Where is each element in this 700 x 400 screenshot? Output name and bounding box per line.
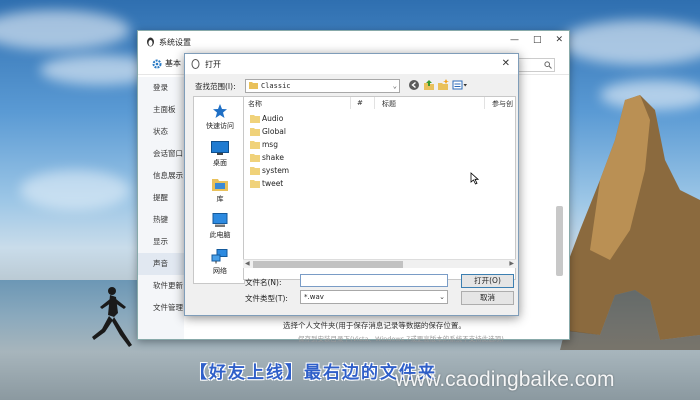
desktop-icon bbox=[211, 141, 229, 155]
folder-icon bbox=[250, 141, 260, 149]
new-folder-icon[interactable] bbox=[437, 79, 449, 91]
list-item-folder[interactable]: msg bbox=[250, 140, 278, 149]
settings-titlebar[interactable]: 系统设置 bbox=[138, 31, 569, 53]
search-icon bbox=[544, 61, 552, 69]
sidebar-item-login[interactable]: 登录 bbox=[138, 77, 184, 99]
sidebar-item-sound[interactable]: 声音 bbox=[138, 253, 184, 275]
place-this-pc[interactable]: 此电脑 bbox=[194, 213, 246, 240]
open-button[interactable]: 打开(O) bbox=[461, 274, 514, 288]
list-item-folder[interactable]: tweet bbox=[250, 179, 283, 188]
scrollbar-thumb[interactable] bbox=[253, 261, 403, 268]
sidebar-item-info-display[interactable]: 信息展示 bbox=[138, 165, 184, 187]
place-label: 库 bbox=[216, 195, 224, 203]
folder-icon bbox=[250, 128, 260, 136]
up-folder-icon[interactable] bbox=[423, 79, 435, 91]
sidebar-item-hotkeys[interactable]: 热键 bbox=[138, 209, 184, 231]
place-network[interactable]: 网络 bbox=[194, 249, 246, 276]
list-item-folder[interactable]: system bbox=[250, 166, 289, 175]
star-icon bbox=[213, 104, 227, 118]
sidebar-item-file-management[interactable]: 文件管理 bbox=[138, 297, 184, 319]
folder-name: tweet bbox=[262, 179, 284, 188]
mouse-cursor-icon bbox=[470, 172, 479, 185]
site-watermark: www.caodingbaike.com bbox=[395, 368, 615, 391]
sidebar-item-software-update[interactable]: 软件更新 bbox=[138, 275, 184, 297]
qq-penguin-icon bbox=[191, 59, 200, 69]
close-button[interactable]: ✕ bbox=[555, 35, 563, 45]
folder-icon bbox=[250, 154, 260, 162]
list-item-folder[interactable]: shake bbox=[250, 153, 284, 162]
place-label: 桌面 bbox=[213, 159, 227, 167]
place-label: 快速访问 bbox=[206, 122, 234, 130]
sidebar-item-chat-window[interactable]: 会话窗口 bbox=[138, 143, 184, 165]
library-icon bbox=[212, 179, 228, 191]
maximize-button[interactable]: □ bbox=[533, 35, 542, 45]
sort-ascending-icon: ^ bbox=[297, 96, 303, 101]
folder-name: system bbox=[262, 166, 290, 175]
sidebar-item-reminder[interactable]: 提醒 bbox=[138, 187, 184, 209]
look-in-label: 查找范围(I): bbox=[195, 82, 236, 91]
folder-name: Global bbox=[262, 127, 286, 136]
filetype-value: *.wav bbox=[304, 293, 324, 301]
folder-name: msg bbox=[262, 140, 278, 149]
filename-input[interactable] bbox=[300, 274, 448, 287]
folder-icon bbox=[250, 167, 260, 175]
column-header-contributors[interactable]: 参与创 bbox=[492, 99, 513, 109]
file-list[interactable]: 名称 ^ # 标题 参与创 Audio Global msg shake sys… bbox=[243, 96, 516, 280]
personal-folder-option[interactable]: 选择个人文件夹(用于保存消息记录等数据的保存位置。 bbox=[283, 320, 466, 331]
install-dir-option: 保存到安装目录下(Vista、Windows 7或更高版本的系统不支持此选项) bbox=[298, 335, 504, 343]
look-in-value: Classic bbox=[261, 82, 291, 90]
list-item-folder[interactable]: Global bbox=[250, 127, 286, 136]
chevron-down-icon: ⌄ bbox=[439, 293, 445, 301]
minimize-button[interactable]: — bbox=[510, 35, 519, 45]
place-label: 网络 bbox=[213, 267, 227, 275]
runner-silhouette-image bbox=[92, 287, 132, 347]
horizontal-scrollbar[interactable]: ◀ ▶ bbox=[243, 259, 516, 268]
gear-icon bbox=[152, 59, 162, 68]
column-header-title[interactable]: 标题 bbox=[382, 99, 396, 109]
filename-label: 文件名(N): bbox=[245, 278, 282, 287]
settings-title: 系统设置 bbox=[159, 37, 191, 47]
place-quick-access[interactable]: 快速访问 bbox=[194, 103, 246, 131]
back-icon[interactable] bbox=[408, 79, 420, 91]
chevron-down-icon: ⌄ bbox=[392, 82, 397, 90]
sidebar-item-main-panel[interactable]: 主面板 bbox=[138, 99, 184, 121]
view-menu-icon[interactable] bbox=[452, 79, 468, 91]
dialog-close-button[interactable]: ✕ bbox=[502, 58, 510, 69]
settings-window-controls: — □ ✕ bbox=[510, 35, 563, 45]
folder-icon bbox=[250, 115, 260, 123]
place-desktop[interactable]: 桌面 bbox=[194, 141, 246, 168]
network-icon bbox=[211, 249, 228, 264]
settings-sidebar: 登录 主面板 状态 会话窗口 信息展示 提醒 热键 显示 声音 软件更新 文件管… bbox=[138, 77, 184, 339]
place-label: 此电脑 bbox=[209, 231, 231, 239]
filetype-label: 文件类型(T): bbox=[245, 294, 288, 303]
place-libraries[interactable]: 库 bbox=[194, 177, 246, 204]
filetype-dropdown[interactable]: *.wav ⌄ bbox=[300, 290, 448, 304]
folder-name: Audio bbox=[262, 114, 284, 123]
places-bar: 快速访问 桌面 库 此电脑 网络 bbox=[193, 96, 245, 284]
dialog-titlebar[interactable]: 打开 bbox=[185, 54, 518, 74]
folder-name: shake bbox=[262, 153, 284, 162]
qq-penguin-icon bbox=[147, 37, 154, 47]
column-header-name[interactable]: 名称 bbox=[248, 99, 262, 109]
computer-icon bbox=[212, 213, 228, 227]
settings-tab-basic[interactable]: 基本 bbox=[165, 58, 181, 69]
column-header-number[interactable]: # bbox=[357, 99, 363, 107]
open-file-dialog: 打开 ✕ 查找范围(I): Classic ⌄ 快速访问 桌面 库 此电脑 网络 bbox=[184, 53, 519, 316]
sidebar-item-display[interactable]: 显示 bbox=[138, 231, 184, 253]
folder-icon bbox=[250, 180, 260, 188]
sidebar-item-status[interactable]: 状态 bbox=[138, 121, 184, 143]
list-item-folder[interactable]: Audio bbox=[250, 114, 283, 123]
folder-icon bbox=[249, 82, 258, 89]
look-in-dropdown[interactable]: Classic ⌄ bbox=[245, 79, 400, 93]
dialog-title: 打开 bbox=[205, 59, 221, 69]
cancel-button[interactable]: 取消 bbox=[461, 291, 514, 305]
settings-scrollbar[interactable] bbox=[556, 206, 563, 276]
